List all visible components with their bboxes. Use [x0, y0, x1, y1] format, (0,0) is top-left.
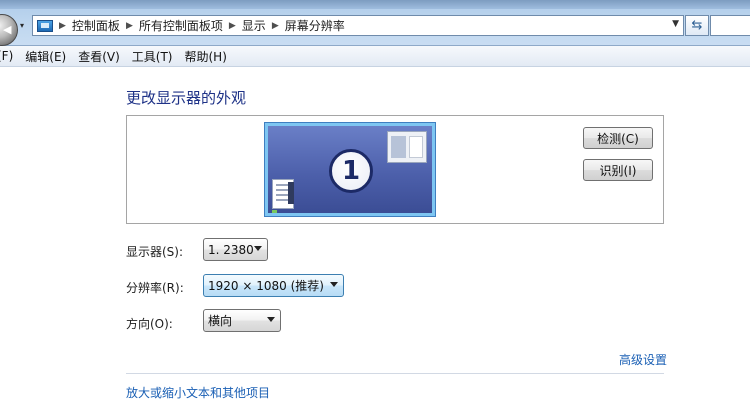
breadcrumb-screen-resolution[interactable]: 屏幕分辨率	[285, 17, 345, 34]
advanced-settings-link[interactable]: 高级设置	[619, 351, 667, 368]
title-strip	[0, 0, 750, 9]
address-bar[interactable]: ▶ 控制面板 ▶ 所有控制面板项 ▶ 显示 ▶ 屏幕分辨率 ▼	[32, 15, 684, 36]
display-preview-panel: 1 检测(C) 识别(I)	[126, 115, 664, 224]
back-button[interactable]: ◀	[0, 14, 18, 46]
window-preview-icon	[387, 131, 427, 163]
resolution-select-value: 1920 × 1080 (推荐)	[208, 279, 324, 293]
menu-tools[interactable]: 工具(T)	[132, 48, 173, 65]
menu-file[interactable]: (F)	[0, 49, 13, 63]
breadcrumb-separator-icon[interactable]: ▶	[126, 21, 133, 31]
chevron-down-icon	[254, 246, 262, 251]
orientation-label: 方向(O):	[126, 317, 173, 331]
display-select[interactable]: 1. 2380	[203, 238, 268, 261]
resolution-label: 分辨率(R):	[126, 281, 184, 295]
section-divider	[126, 373, 664, 374]
breadcrumb-display[interactable]: 显示	[242, 17, 266, 34]
breadcrumb-separator-icon[interactable]: ▶	[229, 21, 236, 31]
refresh-button[interactable]: ⇆	[685, 15, 709, 36]
refresh-icon: ⇆	[691, 18, 703, 33]
control-panel-folder-icon	[37, 19, 53, 32]
monitor-number-badge: 1	[329, 149, 373, 193]
display-select-value: 1. 2380	[208, 242, 254, 257]
taskbar-indicator-icon	[272, 210, 277, 213]
display-label: 显示器(S):	[126, 245, 184, 259]
chevron-down-icon	[267, 317, 275, 322]
page-title: 更改显示器的外观	[126, 89, 247, 107]
breadcrumb-all-items[interactable]: 所有控制面板项	[139, 17, 223, 34]
recent-pages-dropdown-icon[interactable]: ▾	[20, 21, 24, 30]
identify-button[interactable]: 识别(I)	[583, 159, 653, 181]
orientation-select-value: 横向	[208, 314, 233, 328]
back-arrow-icon: ◀	[3, 23, 12, 36]
monitor-1-thumbnail[interactable]: 1	[265, 123, 435, 216]
search-input[interactable]	[710, 15, 750, 36]
breadcrumb-separator-icon[interactable]: ▶	[59, 21, 66, 31]
text-size-link[interactable]: 放大或缩小文本和其他项目	[126, 384, 270, 401]
menu-help[interactable]: 帮助(H)	[185, 48, 227, 65]
address-dropdown-icon[interactable]: ▼	[672, 19, 679, 29]
explorer-chrome: ◀ ▾ ▶ 控制面板 ▶ 所有控制面板项 ▶ 显示 ▶ 屏幕分辨率 ▼ ⇆	[0, 0, 750, 46]
menu-bar: (F) 编辑(E) 查看(V) 工具(T) 帮助(H)	[0, 46, 750, 67]
resolution-select[interactable]: 1920 × 1080 (推荐)	[203, 274, 344, 297]
breadcrumb-control-panel[interactable]: 控制面板	[72, 17, 120, 34]
document-shadow-icon	[288, 182, 294, 204]
detect-button[interactable]: 检测(C)	[583, 127, 653, 149]
orientation-select[interactable]: 横向	[203, 309, 281, 332]
menu-view[interactable]: 查看(V)	[78, 48, 120, 65]
menu-edit[interactable]: 编辑(E)	[25, 48, 66, 65]
breadcrumb-separator-icon[interactable]: ▶	[272, 21, 279, 31]
chevron-down-icon	[330, 282, 338, 287]
